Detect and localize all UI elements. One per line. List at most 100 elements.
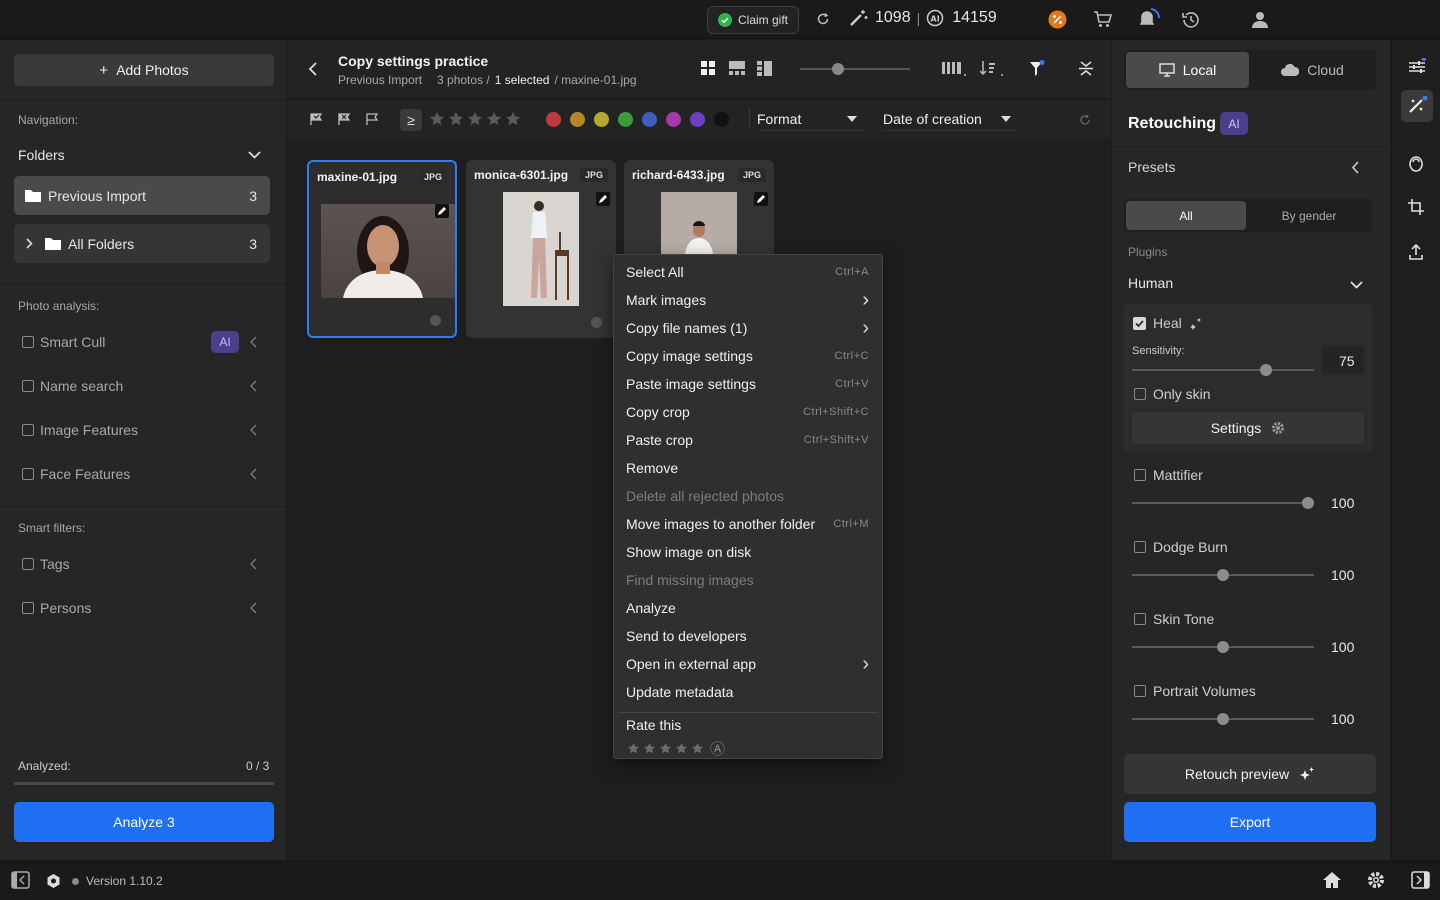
checkbox-checked-icon[interactable] <box>1133 316 1146 330</box>
photo-thumbnail[interactable] <box>661 192 737 254</box>
gear-icon[interactable] <box>1367 871 1385 889</box>
reset-filters-icon[interactable] <box>1079 114 1091 126</box>
cart-icon[interactable] <box>1093 11 1112 28</box>
refresh-icon[interactable] <box>816 12 830 26</box>
checkbox[interactable] <box>22 380 34 392</box>
sensitivity-slider[interactable] <box>1132 369 1314 371</box>
menu-item[interactable]: Copy image settings Ctrl+C <box>614 342 882 370</box>
menu-item[interactable]: Copy file names (1) › <box>614 314 882 342</box>
chevron-right-icon[interactable] <box>26 238 33 249</box>
cloud-tab[interactable]: Cloud <box>1251 52 1374 88</box>
checkbox[interactable] <box>22 468 34 480</box>
checkbox[interactable] <box>1134 685 1146 697</box>
mattifier-slider[interactable] <box>1132 502 1314 504</box>
edit-icon[interactable] <box>435 204 449 218</box>
persons-filter[interactable]: Persons <box>22 598 262 618</box>
rating-comparison-button[interactable]: ≥ <box>400 109 422 131</box>
color-label-dot[interactable] <box>690 112 705 127</box>
image-features-filter[interactable]: Image Features <box>22 420 262 440</box>
auto-rating-icon[interactable]: Ⓐ <box>710 738 725 759</box>
menu-item[interactable]: Mark images › <box>614 286 882 314</box>
checkbox[interactable] <box>1134 541 1146 553</box>
checkbox[interactable] <box>22 602 34 614</box>
color-label-dot[interactable] <box>570 112 585 127</box>
zoom-slider[interactable] <box>800 68 910 70</box>
skin-tone-slider-knob[interactable] <box>1217 641 1229 653</box>
menu-item[interactable]: Remove <box>614 454 882 482</box>
star-icon[interactable] <box>467 111 483 127</box>
star-icon[interactable] <box>627 742 640 755</box>
compare-view-icon[interactable] <box>729 61 745 76</box>
date-sort-dropdown[interactable]: Date of creation <box>883 107 1019 131</box>
portrait-volumes-slider-knob[interactable] <box>1217 713 1229 725</box>
sensitivity-slider-knob[interactable] <box>1260 364 1272 376</box>
star-icon[interactable] <box>505 111 521 127</box>
local-tab[interactable]: Local <box>1126 52 1249 88</box>
discount-icon[interactable] <box>1048 10 1067 29</box>
menu-item[interactable]: Paste image settings Ctrl+V <box>614 370 882 398</box>
back-arrow-icon[interactable] <box>308 62 317 76</box>
history-icon[interactable] <box>1181 11 1200 29</box>
folder-all-folders[interactable]: All Folders 3 <box>14 224 270 263</box>
menu-item[interactable]: Select All Ctrl+A <box>614 258 882 286</box>
collapse-right-panel-icon[interactable] <box>1411 871 1430 889</box>
chevron-down-icon[interactable] <box>1350 281 1363 289</box>
name-search-filter[interactable]: Name search <box>22 376 262 396</box>
adjustments-icon[interactable] <box>1408 58 1426 76</box>
star-icon[interactable] <box>643 742 656 755</box>
menu-item[interactable]: Show image on disk <box>614 538 882 566</box>
presets-by-gender-tab[interactable]: By gender <box>1248 201 1370 230</box>
tags-filter[interactable]: Tags <box>22 554 262 574</box>
analyze-button[interactable]: Analyze 3 <box>14 802 274 842</box>
export-button[interactable]: Export <box>1124 802 1376 842</box>
collapse-left-panel-icon[interactable] <box>11 871 30 889</box>
edit-icon[interactable] <box>596 192 610 206</box>
home-icon[interactable] <box>1322 871 1342 889</box>
chevron-left-icon[interactable] <box>250 336 257 348</box>
dodge-burn-slider-knob[interactable] <box>1217 569 1229 581</box>
dodge-burn-toggle[interactable]: Dodge Burn <box>1134 539 1228 555</box>
claim-gift-button[interactable]: Claim gift <box>707 6 799 34</box>
checkbox[interactable] <box>22 424 34 436</box>
photo-card[interactable]: maxine-01.jpg JPG <box>307 160 457 338</box>
chevron-left-icon[interactable] <box>1352 161 1359 174</box>
checkbox[interactable] <box>22 558 34 570</box>
menu-item[interactable]: Analyze <box>614 594 882 622</box>
star-icon[interactable] <box>675 742 688 755</box>
checkbox[interactable] <box>1134 388 1146 400</box>
star-icon[interactable] <box>486 111 502 127</box>
color-label-dot[interactable] <box>714 112 729 127</box>
mattifier-slider-knob[interactable] <box>1302 497 1314 509</box>
color-label-dot[interactable] <box>618 112 633 127</box>
only-skin-toggle[interactable]: Only skin <box>1134 386 1211 402</box>
mask-icon[interactable] <box>1409 156 1423 172</box>
collapse-icon[interactable] <box>1079 60 1093 77</box>
star-icon[interactable] <box>691 742 704 755</box>
rate-this-stars[interactable]: Ⓐ <box>627 738 725 759</box>
detail-view-icon[interactable] <box>757 61 772 76</box>
notifications-icon[interactable] <box>1136 6 1164 30</box>
account-icon[interactable] <box>1252 11 1268 28</box>
star-icon[interactable] <box>429 111 445 127</box>
menu-item[interactable]: Send to developers <box>614 622 882 650</box>
folder-previous-import[interactable]: Previous Import 3 <box>14 176 270 215</box>
chevron-left-icon[interactable] <box>250 558 257 570</box>
chevron-left-icon[interactable] <box>250 380 257 392</box>
color-label-dot[interactable] <box>594 112 609 127</box>
photo-thumbnail[interactable] <box>321 204 455 298</box>
photo-thumbnail[interactable] <box>503 192 579 306</box>
add-photos-button[interactable]: + Add Photos <box>14 54 274 86</box>
rating-filter[interactable] <box>429 111 521 127</box>
crop-icon[interactable] <box>1408 199 1424 215</box>
menu-item[interactable]: Move images to another folder Ctrl+M <box>614 510 882 538</box>
checkbox[interactable] <box>1134 469 1146 481</box>
star-icon[interactable] <box>448 111 464 127</box>
chevron-down-icon[interactable] <box>248 151 261 159</box>
chevron-left-icon[interactable] <box>250 468 257 480</box>
color-label-dot[interactable] <box>666 112 681 127</box>
mattifier-toggle[interactable]: Mattifier <box>1134 467 1203 483</box>
portrait-volumes-toggle[interactable]: Portrait Volumes <box>1134 683 1256 699</box>
menu-item[interactable]: Open in external app › <box>614 650 882 678</box>
menu-item[interactable]: Copy crop Ctrl+Shift+C <box>614 398 882 426</box>
chevron-left-icon[interactable] <box>250 602 257 614</box>
